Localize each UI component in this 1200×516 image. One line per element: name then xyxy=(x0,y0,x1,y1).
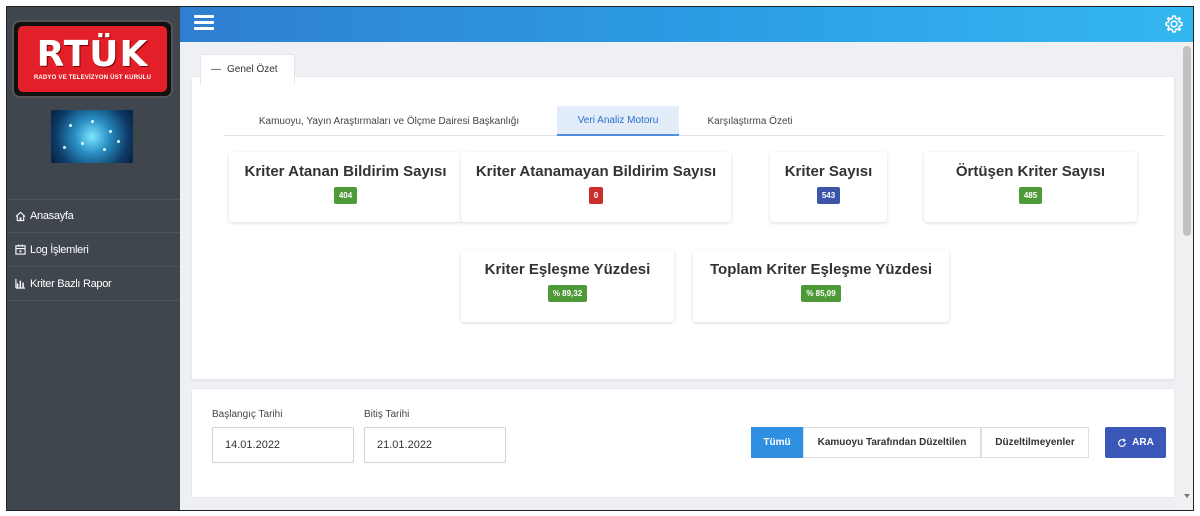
sidebar-item-label: Kriter Bazlı Rapor xyxy=(30,277,112,290)
tab-karsilastirma-ozeti[interactable]: Karşılaştırma Özeti xyxy=(691,106,809,136)
stat-kriter-sayisi: Kriter Sayısı 543 xyxy=(770,152,887,222)
filter-duzeltilmeyenler-button[interactable]: Düzeltilmeyenler xyxy=(981,427,1089,458)
sidebar-item-log-islemleri[interactable]: Log İşlemleri xyxy=(7,233,180,267)
stat-badge: 404 xyxy=(333,187,358,204)
rtuk-logo[interactable]: RTÜK RADYO VE TELEVİZYON ÜST KURULU xyxy=(12,20,173,98)
top-bar xyxy=(180,7,1193,42)
refresh-icon xyxy=(1117,438,1127,448)
menu-icon[interactable] xyxy=(194,15,214,31)
stat-badge: 543 xyxy=(816,187,841,204)
start-date-label: Başlangıç Tarihi xyxy=(212,409,283,420)
scroll-down-arrow[interactable] xyxy=(1184,494,1190,498)
tab-kamuoyu[interactable]: Kamuoyu, Yayın Araştırmaları ve Ölçme Da… xyxy=(224,106,554,136)
stat-badge: 0 xyxy=(588,187,604,204)
panel-title: Genel Özet xyxy=(227,64,278,75)
stat-label: Kriter Eşleşme Yüzdesi xyxy=(484,261,651,278)
vertical-scrollbar[interactable] xyxy=(1181,42,1193,510)
logo-text: RTÜK xyxy=(36,34,149,75)
search-button-label: ARA xyxy=(1132,437,1154,448)
calendar-icon xyxy=(14,244,26,256)
sidebar-item-label: Log İşlemleri xyxy=(30,243,89,256)
filter-tumu-button[interactable]: Tümü xyxy=(751,427,803,458)
search-button[interactable]: ARA xyxy=(1105,427,1166,458)
brain-network-image xyxy=(51,110,133,163)
collapse-icon[interactable]: — xyxy=(211,64,221,75)
home-icon xyxy=(14,210,26,222)
sidebar-nav: Anasayfa Log İşlemleri Kriter Bazlı Rapo… xyxy=(7,199,180,301)
stat-label: Kriter Atanan Bildirim Sayısı xyxy=(244,163,447,180)
logo-subtitle: RADYO VE TELEVİZYON ÜST KURULU xyxy=(33,75,152,81)
stat-label: Kriter Atanamayan Bildirim Sayısı xyxy=(475,163,717,180)
sidebar: RTÜK RADYO VE TELEVİZYON ÜST KURULU Anas… xyxy=(7,7,180,510)
stat-badge: % 89,32 xyxy=(547,285,588,302)
main-content: Kamuoyu, Yayın Araştırmaları ve Ölçme Da… xyxy=(180,42,1181,510)
app-window: RTÜK RADYO VE TELEVİZYON ÜST KURULU Anas… xyxy=(6,6,1194,511)
gear-icon[interactable] xyxy=(1164,14,1184,34)
tab-veri-analiz-motoru[interactable]: Veri Analiz Motoru xyxy=(557,106,679,136)
stat-kriter-atanan: Kriter Atanan Bildirim Sayısı 404 xyxy=(229,152,462,222)
sidebar-item-anasayfa[interactable]: Anasayfa xyxy=(7,199,180,233)
bar-chart-icon xyxy=(14,278,26,290)
panel-header-genel-ozet[interactable]: — Genel Özet xyxy=(200,54,295,84)
sidebar-item-label: Anasayfa xyxy=(30,210,74,222)
end-date-input[interactable] xyxy=(364,427,506,463)
stat-label: Kriter Sayısı xyxy=(784,163,873,180)
tab-bar: Kamuoyu, Yayın Araştırmaları ve Ölçme Da… xyxy=(224,106,1165,136)
filter-duzeltilen-button[interactable]: Kamuoyu Tarafından Düzeltilen xyxy=(803,427,981,458)
summary-card: Kamuoyu, Yayın Araştırmaları ve Ölçme Da… xyxy=(191,76,1175,380)
end-date-label: Bitiş Tarihi xyxy=(364,409,410,420)
stat-kriter-atanamayan: Kriter Atanamayan Bildirim Sayısı 0 xyxy=(461,152,731,222)
sidebar-item-kriter-bazli-rapor[interactable]: Kriter Bazlı Rapor xyxy=(7,267,180,301)
stat-kriter-eslesme-yuzdesi: Kriter Eşleşme Yüzdesi % 89,32 xyxy=(461,250,674,322)
stat-ortusen-kriter: Örtüşen Kriter Sayısı 485 xyxy=(924,152,1137,222)
stat-toplam-kriter-eslesme: Toplam Kriter Eşleşme Yüzdesi % 85,09 xyxy=(693,250,949,322)
stat-badge: 485 xyxy=(1018,187,1043,204)
stat-badge: % 85,09 xyxy=(801,285,841,302)
filter-card: Başlangıç Tarihi Bitiş Tarihi Tümü Kamuo… xyxy=(191,388,1175,498)
start-date-input[interactable] xyxy=(212,427,354,463)
stat-label: Toplam Kriter Eşleşme Yüzdesi xyxy=(709,261,933,278)
stat-label: Örtüşen Kriter Sayısı xyxy=(955,163,1106,180)
scrollbar-thumb[interactable] xyxy=(1183,46,1191,236)
